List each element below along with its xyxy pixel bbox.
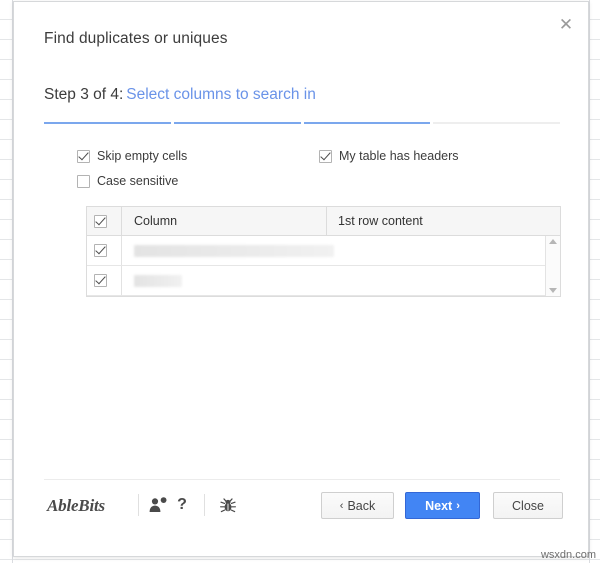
- help-icon[interactable]: ?: [174, 495, 190, 515]
- step-prefix: Step 3 of 4:: [44, 86, 124, 103]
- find-duplicates-dialog: ✕ Find duplicates or uniques Step 3 of 4…: [13, 1, 589, 557]
- watermark: wsxdn.com: [540, 549, 596, 561]
- row-column-name: [122, 266, 327, 295]
- footer-separator: [138, 494, 139, 516]
- step-progress-bar: [44, 122, 560, 124]
- back-button-label: Back: [347, 498, 376, 513]
- redacted-text: [134, 274, 182, 287]
- row-checkbox[interactable]: [87, 266, 122, 295]
- step-heading: Step 3 of 4: Select columns to search in: [44, 86, 316, 104]
- redacted-text: [134, 244, 334, 257]
- table-row[interactable]: [87, 266, 560, 296]
- close-icon[interactable]: ✕: [554, 12, 578, 36]
- progress-segment-2: [173, 122, 301, 124]
- dialog-footer: AbleBits ? ‹ Back Next › Close: [14, 492, 588, 532]
- scroll-up-icon[interactable]: [549, 239, 557, 244]
- checkbox-box-icon[interactable]: [94, 214, 107, 228]
- table-row[interactable]: [87, 236, 560, 266]
- checkbox-my-table-has-headers[interactable]: My table has headers: [319, 149, 459, 163]
- footer-divider: [44, 479, 560, 480]
- step-link[interactable]: Select columns to search in: [126, 86, 316, 103]
- select-all-checkbox[interactable]: [87, 207, 122, 235]
- ablebits-logo: AbleBits: [47, 496, 105, 515]
- row-checkbox[interactable]: [87, 236, 122, 265]
- page-title: Find duplicates or uniques: [44, 30, 228, 47]
- table-scrollbar[interactable]: [545, 236, 560, 296]
- table-body: [87, 236, 560, 296]
- row-first-row-content: [327, 266, 560, 295]
- progress-segment-4: [433, 122, 560, 124]
- progress-segment-3: [303, 122, 431, 124]
- footer-separator: [204, 494, 205, 516]
- feedback-icon[interactable]: [148, 495, 168, 515]
- progress-segment-1: [44, 122, 171, 124]
- checkbox-box-icon[interactable]: [319, 149, 332, 163]
- checkbox-case-sensitive[interactable]: Case sensitive: [77, 174, 178, 188]
- back-button[interactable]: ‹ Back: [321, 492, 394, 519]
- row-first-row-content: [334, 236, 560, 265]
- checkbox-box-icon[interactable]: [77, 149, 90, 163]
- checkbox-label: My table has headers: [339, 149, 459, 163]
- checkbox-box-icon[interactable]: [77, 174, 90, 188]
- scroll-down-icon[interactable]: [549, 288, 557, 293]
- table-header-row: Column 1st row content: [87, 207, 560, 236]
- row-column-name: [122, 236, 334, 265]
- checkbox-box-icon[interactable]: [94, 274, 107, 287]
- chevron-right-icon: ›: [456, 499, 460, 512]
- close-button-label: Close: [512, 498, 544, 513]
- checkbox-box-icon[interactable]: [94, 244, 107, 257]
- columns-table: Column 1st row content: [86, 206, 561, 297]
- checkbox-label: Skip empty cells: [97, 149, 188, 163]
- checkbox-skip-empty-cells[interactable]: Skip empty cells: [77, 149, 187, 163]
- next-button-label: Next: [425, 498, 453, 513]
- checkbox-label: Case sensitive: [97, 174, 179, 188]
- bug-icon[interactable]: [218, 495, 238, 515]
- next-button[interactable]: Next ›: [405, 492, 480, 519]
- close-button[interactable]: Close: [493, 492, 563, 519]
- column-header-first-row-content: 1st row content: [338, 214, 423, 228]
- chevron-left-icon: ‹: [339, 499, 344, 512]
- column-header-column: Column: [122, 207, 327, 235]
